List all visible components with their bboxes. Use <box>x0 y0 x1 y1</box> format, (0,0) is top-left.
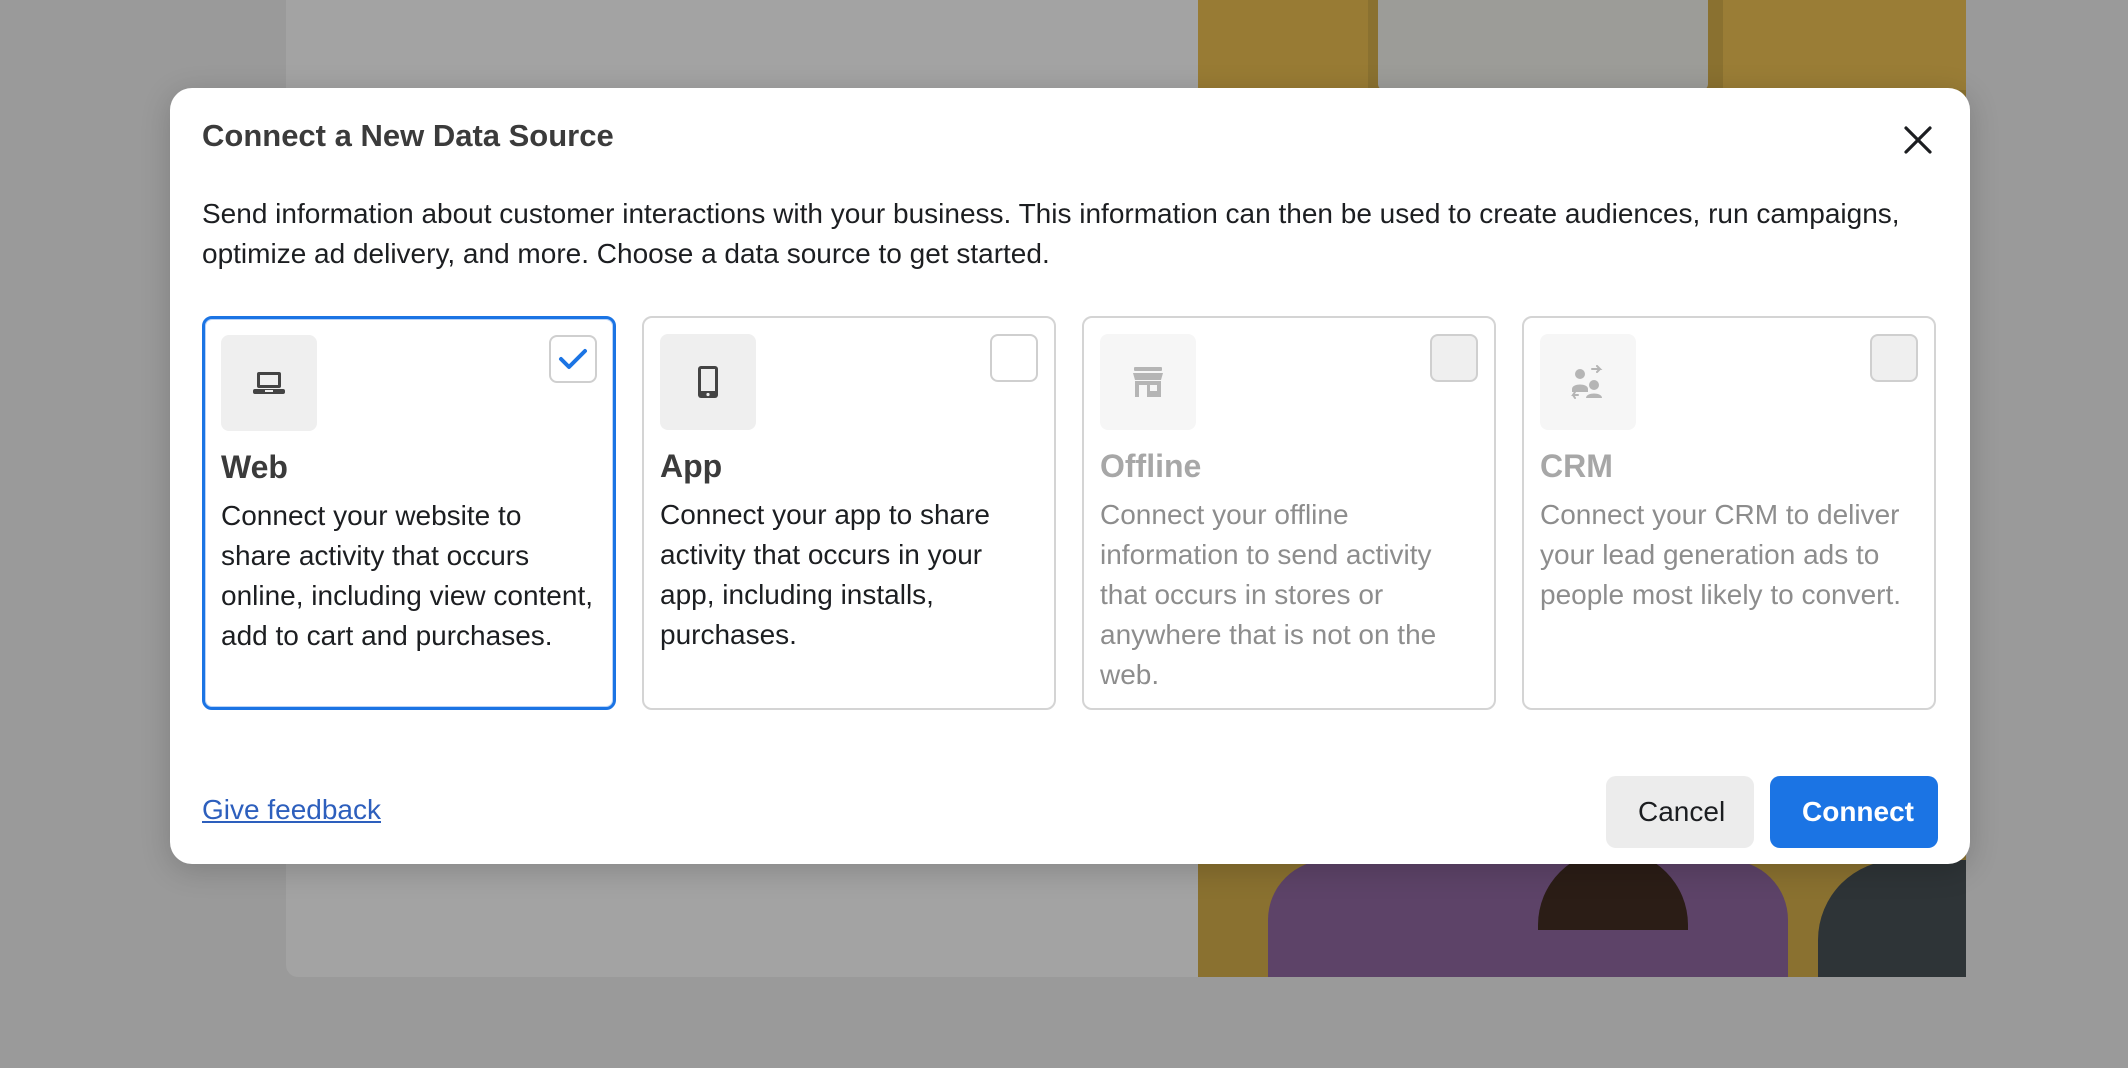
card-icon-tile <box>1100 334 1196 430</box>
card-icon-tile <box>221 335 317 431</box>
illustration-shape <box>1723 0 1966 90</box>
app-checkbox[interactable] <box>990 334 1038 382</box>
card-title: App <box>660 448 723 484</box>
close-icon <box>1904 126 1932 154</box>
connect-button[interactable]: Connect <box>1770 776 1938 848</box>
checkmark-icon <box>559 349 587 369</box>
data-source-card-crm: CRM Connect your CRM to deliver your lea… <box>1522 316 1936 710</box>
connect-data-source-dialog: Connect a New Data Source Send informati… <box>170 88 1970 864</box>
dialog-description: Send information about customer interact… <box>202 198 1900 269</box>
card-title: Offline <box>1100 448 1202 484</box>
card-title: Web <box>221 449 288 485</box>
offline-checkbox <box>1430 334 1478 382</box>
web-checkbox[interactable] <box>549 335 597 383</box>
data-source-card-app[interactable]: App Connect your app to share activity t… <box>642 316 1056 710</box>
give-feedback-link[interactable]: Give feedback <box>202 794 381 826</box>
data-source-options: Web Connect your website to share activi… <box>202 316 1936 710</box>
cancel-button[interactable]: Cancel <box>1606 776 1754 848</box>
store-icon <box>1133 367 1163 397</box>
card-title: CRM <box>1540 448 1613 484</box>
card-icon-tile <box>1540 334 1636 430</box>
illustration-shape <box>1198 0 1368 90</box>
card-description: Connect your app to share activity that … <box>660 499 990 650</box>
illustration-shape <box>1818 860 1966 977</box>
crm-checkbox <box>1870 334 1918 382</box>
card-description: Connect your CRM to deliver your lead ge… <box>1540 499 1902 610</box>
data-source-card-web[interactable]: Web Connect your website to share activi… <box>202 316 616 710</box>
dialog-title: Connect a New Data Source <box>202 118 614 153</box>
data-source-card-offline: Offline Connect your offline information… <box>1082 316 1496 710</box>
mobile-phone-icon <box>698 366 718 398</box>
crm-people-icon <box>1571 365 1603 399</box>
illustration-shape <box>1268 860 1788 977</box>
card-icon-tile <box>660 334 756 430</box>
card-description: Connect your offline information to send… <box>1100 499 1437 690</box>
card-description: Connect your website to share activity t… <box>221 500 594 651</box>
dialog-footer-actions: Cancel Connect <box>1606 776 1938 848</box>
laptop-icon <box>253 372 285 394</box>
illustration-shape <box>1378 0 1708 90</box>
close-button[interactable] <box>1902 124 1934 156</box>
